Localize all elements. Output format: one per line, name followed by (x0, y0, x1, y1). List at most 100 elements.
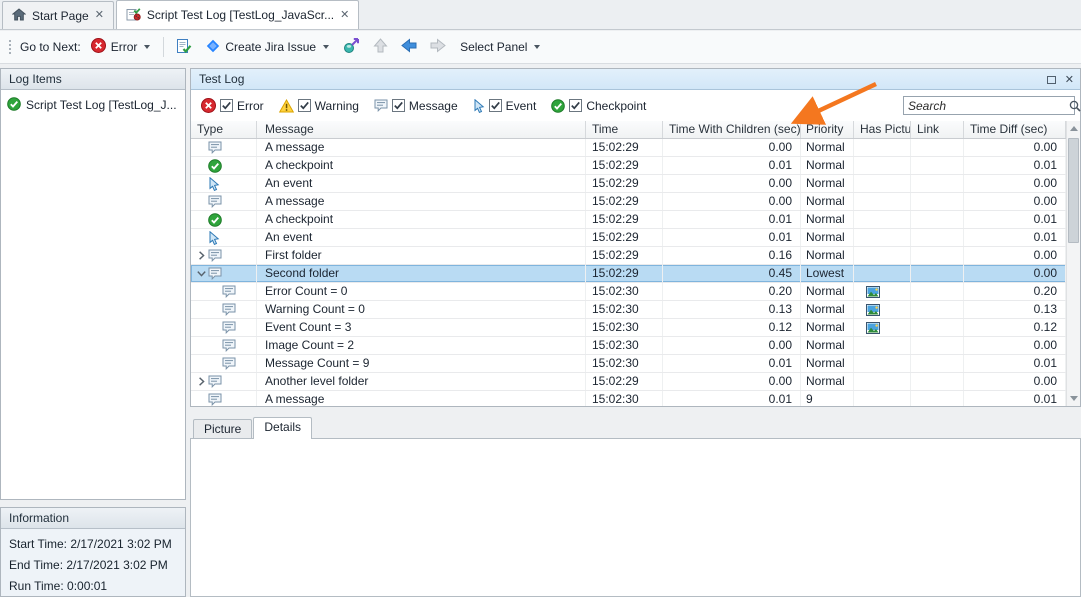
picture-icon[interactable] (866, 286, 880, 298)
vertical-scrollbar[interactable] (1066, 121, 1080, 406)
time-diff-cell: 0.00 (964, 175, 1066, 192)
tab-script-test-log[interactable]: Script Test Log [TestLog_JavaScr... ✕ (116, 0, 359, 29)
table-row[interactable]: A message15:02:300.0190.01 (191, 391, 1066, 406)
start-time-text: Start Time: 2/17/2021 3:02 PM (9, 534, 177, 555)
time-cell: 15:02:29 (586, 229, 663, 246)
message-icon (208, 375, 222, 388)
column-header-time-with-children-sec[interactable]: Time With Children (sec) (663, 121, 801, 138)
scroll-down-icon[interactable] (1067, 391, 1080, 406)
error-checkbox[interactable] (220, 99, 233, 112)
select-panel-button[interactable]: Select Panel (455, 37, 545, 57)
link-cell (911, 301, 964, 318)
table-row[interactable]: An event15:02:290.00Normal0.00 (191, 175, 1066, 193)
search-box[interactable] (903, 96, 1075, 115)
time-cell: 15:02:30 (586, 355, 663, 372)
table-row[interactable]: Second folder15:02:290.45Lowest0.00 (191, 265, 1066, 283)
table-row[interactable]: An event15:02:290.01Normal0.01 (191, 229, 1066, 247)
log-items-tree-item[interactable]: Script Test Log [TestLog_J... (7, 95, 185, 115)
time-diff-cell: 0.01 (964, 229, 1066, 246)
type-cell (191, 211, 257, 228)
tab-start-page[interactable]: Start Page ✕ (2, 1, 114, 29)
document-tabbar: Start Page ✕ Script Test Log [TestLog_Ja… (0, 0, 1081, 30)
create-jira-label: Create Jira Issue (225, 40, 316, 54)
sidebar: Log Items Script Test Log [TestLog_J... … (0, 68, 186, 597)
column-header-type[interactable]: Type (191, 121, 257, 138)
toolbar-grip-handle[interactable] (8, 39, 12, 55)
close-icon[interactable]: ✕ (340, 10, 349, 21)
priority-cell: Normal (801, 139, 854, 156)
tab-details[interactable]: Details (253, 417, 312, 439)
table-row[interactable]: Image Count = 215:02:300.00Normal0.00 (191, 337, 1066, 355)
message-checkbox[interactable] (392, 99, 405, 112)
table-row[interactable]: Event Count = 315:02:300.12Normal0.12 (191, 319, 1066, 337)
chevron-right-icon[interactable] (194, 251, 208, 260)
table-row[interactable]: A message15:02:290.00Normal0.00 (191, 193, 1066, 211)
time-cell: 15:02:30 (586, 391, 663, 406)
filter-warning[interactable]: Warning (279, 99, 359, 113)
filter-message[interactable]: Message (374, 99, 458, 113)
table-row[interactable]: Message Count = 915:02:300.01Normal0.01 (191, 355, 1066, 373)
table-row[interactable]: Error Count = 015:02:300.20Normal0.20 (191, 283, 1066, 301)
toolbar-separator (163, 37, 164, 57)
table-row[interactable]: A message15:02:290.00Normal0.00 (191, 139, 1066, 157)
scroll-up-icon[interactable] (1067, 121, 1080, 136)
column-header-link[interactable]: Link (911, 121, 964, 138)
type-cell (191, 301, 257, 318)
filter-label: Error (237, 99, 264, 113)
column-header-priority[interactable]: Priority (801, 121, 854, 138)
next-result-button[interactable] (426, 35, 450, 59)
float-panel-icon[interactable] (1047, 76, 1056, 84)
event-icon (208, 231, 220, 245)
close-icon[interactable]: ✕ (95, 10, 104, 21)
table-row[interactable]: First folder15:02:290.16Normal0.00 (191, 247, 1066, 265)
column-header-time-diff-sec[interactable]: Time Diff (sec) (964, 121, 1066, 138)
filter-bar: Error Warning Message Event Checkpoint (191, 90, 1080, 121)
scrollbar-thumb[interactable] (1068, 138, 1079, 243)
type-cell (191, 175, 257, 192)
create-jira-issue-button[interactable]: Create Jira Issue (201, 36, 334, 59)
type-cell (191, 283, 257, 300)
chevron-down-icon (144, 45, 150, 49)
message-cell: First folder (257, 247, 586, 264)
log-summary-button[interactable] (172, 35, 196, 59)
table-row[interactable]: A checkpoint15:02:290.01Normal0.01 (191, 157, 1066, 175)
chevron-down-icon (534, 45, 540, 49)
column-header-message[interactable]: Message (257, 121, 586, 138)
picture-icon[interactable] (866, 322, 880, 334)
time-with-children-cell: 0.00 (663, 373, 801, 390)
column-header-time[interactable]: Time (586, 121, 663, 138)
type-cell (191, 355, 257, 372)
warning-checkbox[interactable] (298, 99, 311, 112)
tab-picture[interactable]: Picture (193, 419, 252, 439)
time-cell: 15:02:29 (586, 193, 663, 210)
checkpoint-icon (551, 99, 565, 113)
event-checkbox[interactable] (489, 99, 502, 112)
filter-event[interactable]: Event (473, 99, 537, 113)
left-arrow-icon (401, 38, 417, 56)
filter-checkpoint[interactable]: Checkpoint (551, 99, 646, 113)
send-defect-icon (343, 38, 360, 57)
table-row[interactable]: A checkpoint15:02:290.01Normal0.01 (191, 211, 1066, 229)
main-area: Test Log ✕ ErrorWarningMessageEventCheck… (190, 68, 1081, 597)
up-level-button[interactable] (368, 35, 392, 59)
chevron-down-icon[interactable] (194, 269, 208, 278)
table-row[interactable]: Another level folder15:02:290.00Normal0.… (191, 373, 1066, 391)
message-cell: A message (257, 391, 586, 406)
search-input[interactable] (904, 98, 1069, 113)
time-diff-cell: 0.00 (964, 265, 1066, 282)
close-icon[interactable]: ✕ (1065, 70, 1074, 90)
priority-cell: Normal (801, 193, 854, 210)
table-row[interactable]: Warning Count = 015:02:300.13Normal0.13 (191, 301, 1066, 319)
chevron-right-icon[interactable] (194, 377, 208, 386)
filter-error[interactable]: Error (201, 98, 264, 113)
column-header-has-picture[interactable]: Has Picture (854, 121, 911, 138)
go-to-next-error-button[interactable]: Error (86, 35, 156, 59)
share-defect-button[interactable] (339, 35, 363, 59)
checkpoint-checkbox[interactable] (569, 99, 582, 112)
message-icon (208, 267, 222, 280)
previous-result-button[interactable] (397, 35, 421, 59)
up-arrow-icon (373, 38, 388, 56)
has-picture-cell (854, 157, 911, 174)
picture-icon[interactable] (866, 304, 880, 316)
message-cell: Error Count = 0 (257, 283, 586, 300)
